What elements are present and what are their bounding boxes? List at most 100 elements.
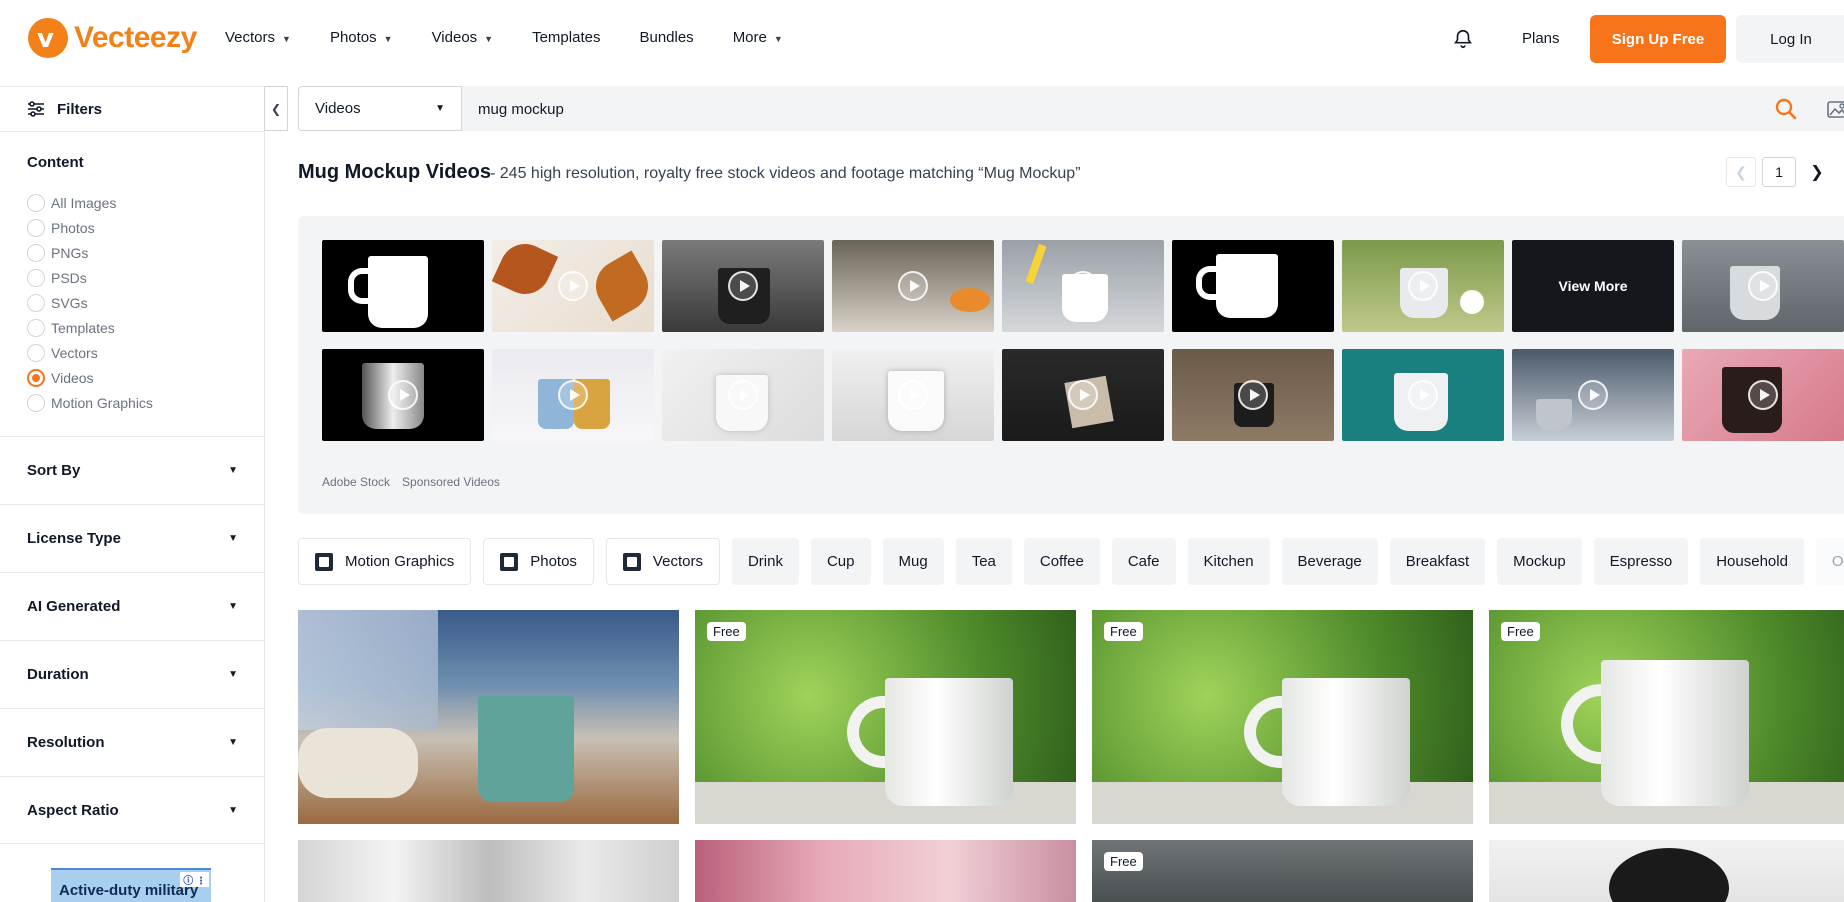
sponsored-thumb[interactable]	[1342, 349, 1504, 441]
chip-beverage[interactable]: Beverage	[1281, 538, 1378, 585]
sponsored-thumb[interactable]	[1342, 240, 1504, 332]
resolution-accordion[interactable]: Resolution ▼	[0, 708, 265, 776]
chip-kitchen[interactable]: Kitchen	[1187, 538, 1270, 585]
sponsored-thumb[interactable]	[832, 349, 994, 441]
play-icon	[388, 380, 418, 410]
vecteezy-logo[interactable]: v Vecteezy	[28, 18, 197, 58]
result-video-card[interactable]: Free	[1092, 840, 1473, 902]
option-label: Vectors	[51, 344, 98, 361]
result-video-card[interactable]	[298, 610, 679, 824]
radio-button[interactable]	[27, 318, 45, 337]
content-option-photos[interactable]: Photos	[27, 215, 153, 240]
play-icon	[1748, 380, 1778, 410]
content-option-all-images[interactable]: All Images	[27, 190, 153, 215]
result-video-card[interactable]: Free	[1092, 610, 1473, 824]
filters-label: Filters	[57, 100, 103, 118]
sponsored-thumb[interactable]	[1172, 349, 1334, 441]
sponsored-thumb[interactable]	[322, 349, 484, 441]
result-video-card[interactable]	[1489, 840, 1844, 902]
chip-drink[interactable]: Drink	[731, 538, 799, 585]
result-video-card[interactable]: Free	[1489, 610, 1844, 824]
previous-page-button[interactable]: ❮	[1726, 157, 1756, 187]
sponsored-thumb[interactable]	[492, 349, 654, 441]
chip-object[interactable]: Object	[1815, 538, 1844, 585]
content-option-vectors[interactable]: Vectors	[27, 340, 153, 365]
content-option-svgs[interactable]: SVGs	[27, 290, 153, 315]
sponsored-thumb[interactable]	[492, 240, 654, 332]
radio-button-checked[interactable]	[27, 368, 45, 387]
sponsored-source[interactable]: Adobe Stock	[322, 475, 390, 489]
content-option-psds[interactable]: PSDs	[27, 265, 153, 290]
sponsored-thumb[interactable]	[322, 240, 484, 332]
result-video-card[interactable]	[695, 840, 1076, 902]
log-in-button[interactable]: Log In	[1736, 15, 1844, 63]
nav-photos[interactable]: Photos ▼	[330, 29, 393, 46]
top-navigation: v Vecteezy Vectors ▼ Photos ▼ Videos ▼ Temp…	[0, 0, 1844, 79]
sponsored-thumb[interactable]	[1682, 240, 1844, 332]
chip-vectors[interactable]: Vectors	[605, 538, 720, 585]
plans-link[interactable]: Plans	[1522, 30, 1560, 47]
logo-text: Vecteezy	[74, 21, 197, 54]
sponsored-thumb[interactable]	[662, 349, 824, 441]
license-type-accordion[interactable]: License Type ▼	[0, 504, 265, 572]
duration-accordion[interactable]: Duration ▼	[0, 640, 265, 708]
page-number-input[interactable]: 1	[1762, 157, 1796, 187]
chip-cup[interactable]: Cup	[810, 538, 871, 585]
radio-button[interactable]	[27, 393, 45, 412]
result-video-card[interactable]: Free	[695, 610, 1076, 824]
sponsored-thumb[interactable]	[1002, 349, 1164, 441]
chip-mug[interactable]: Mug	[882, 538, 944, 585]
search-icon[interactable]	[1774, 97, 1798, 121]
nav-videos[interactable]: Videos ▼	[432, 29, 494, 46]
chip-photos[interactable]: Photos	[483, 538, 594, 585]
radio-button[interactable]	[27, 293, 45, 312]
search-bar: Videos ▼	[298, 86, 1844, 131]
aspect-ratio-accordion[interactable]: Aspect Ratio ▼	[0, 776, 265, 844]
advertisement-banner[interactable]: Active-duty military ⓘ ⋮	[51, 868, 211, 902]
sponsored-thumb[interactable]	[1682, 349, 1844, 441]
chip-tea[interactable]: Tea	[955, 538, 1012, 585]
radio-button[interactable]	[27, 193, 45, 212]
radio-button[interactable]	[27, 243, 45, 262]
radio-button[interactable]	[27, 343, 45, 362]
sign-up-button[interactable]: Sign Up Free	[1590, 15, 1726, 63]
chip-breakfast[interactable]: Breakfast	[1389, 538, 1486, 585]
accordion-label: AI Generated	[27, 598, 121, 615]
sort-by-accordion[interactable]: Sort By ▼	[0, 436, 265, 504]
nav-templates[interactable]: Templates	[532, 29, 600, 46]
chip-mockup[interactable]: Mockup	[1497, 538, 1582, 585]
chip-espresso[interactable]: Espresso	[1593, 538, 1689, 585]
radio-button[interactable]	[27, 268, 45, 287]
chip-household[interactable]: Household	[1700, 538, 1804, 585]
image-search-icon[interactable]	[1826, 98, 1844, 120]
chip-motion-graphics[interactable]: Motion Graphics	[298, 538, 472, 585]
collapse-sidebar-button[interactable]: ❮	[264, 86, 288, 131]
ad-choices-icon[interactable]: ⓘ ⋮	[180, 872, 209, 887]
content-option-pngs[interactable]: PNGs	[27, 240, 153, 265]
result-video-card[interactable]	[298, 840, 679, 902]
content-option-motion-graphics[interactable]: Motion Graphics	[27, 390, 153, 415]
sponsored-thumb[interactable]	[832, 240, 994, 332]
search-category-select[interactable]: Videos ▼	[298, 86, 462, 131]
radio-button[interactable]	[27, 218, 45, 237]
chevron-down-icon: ▼	[228, 804, 238, 816]
filters-header[interactable]: Filters	[0, 87, 264, 132]
sponsored-thumb[interactable]	[1512, 349, 1674, 441]
nav-bundles[interactable]: Bundles	[639, 29, 693, 46]
next-page-button[interactable]: ❯	[1802, 157, 1832, 187]
nav-vectors[interactable]: Vectors ▼	[225, 29, 291, 46]
sponsored-thumb[interactable]	[1172, 240, 1334, 332]
chip-cafe[interactable]: Cafe	[1111, 538, 1176, 585]
content-option-videos[interactable]: Videos	[27, 365, 153, 390]
sponsored-thumb[interactable]	[662, 240, 824, 332]
sponsored-footer: Adobe Stock Sponsored Videos	[322, 475, 500, 489]
bell-icon[interactable]	[1452, 28, 1474, 50]
chip-coffee[interactable]: Coffee	[1023, 538, 1100, 585]
search-input[interactable]	[478, 98, 1478, 120]
view-more-thumb[interactable]: View More	[1512, 240, 1674, 332]
sponsored-thumb[interactable]	[1002, 240, 1164, 332]
search-category-value: Videos	[315, 100, 361, 117]
ai-generated-accordion[interactable]: AI Generated ▼	[0, 572, 265, 640]
content-option-templates[interactable]: Templates	[27, 315, 153, 340]
nav-more[interactable]: More ▼	[733, 29, 783, 46]
